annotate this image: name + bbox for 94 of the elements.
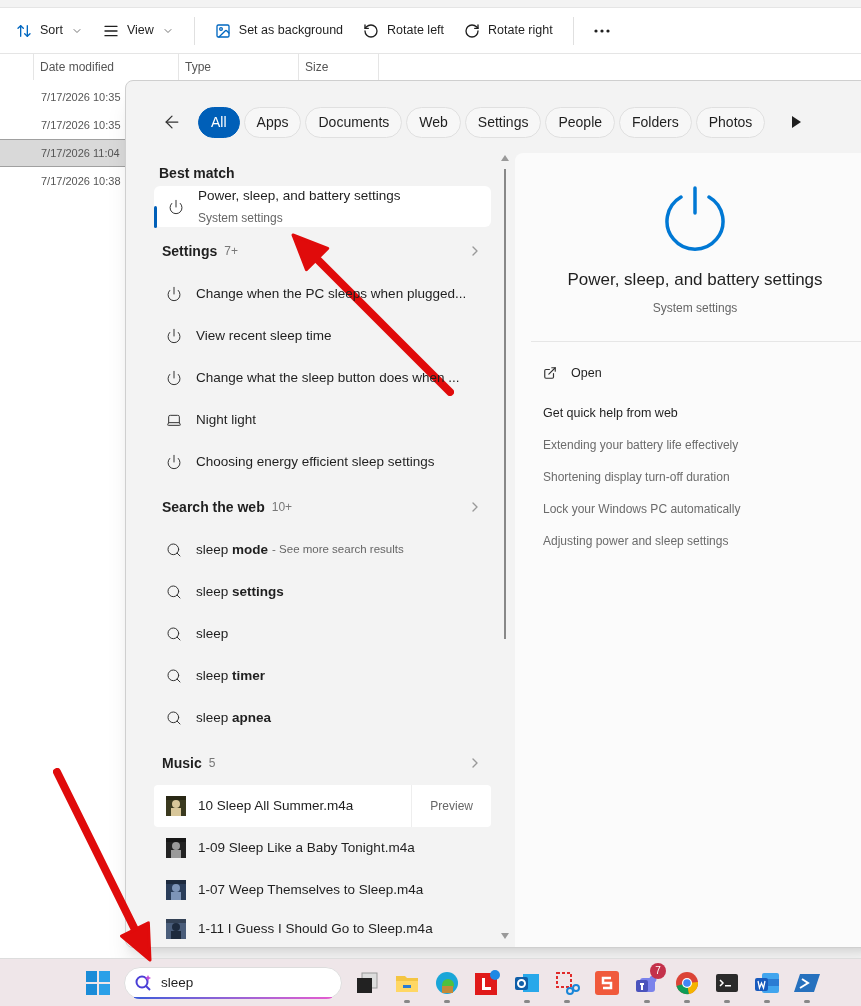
browser-icon[interactable] — [434, 969, 460, 996]
toolbar-button[interactable]: Set as background — [206, 14, 352, 47]
filter-chip[interactable]: Folders — [619, 106, 692, 138]
detail-title: Power, sleep, and battery settings — [567, 269, 823, 291]
filter-chip[interactable]: Apps — [243, 106, 302, 138]
toolbar-button[interactable]: Rotate right — [456, 14, 561, 47]
music-result[interactable]: 10 Sleep All Summer.m4a Preview — [154, 785, 491, 827]
help-link[interactable]: Shortening display turn-off duration — [543, 468, 861, 486]
section-heading: Best match — [158, 164, 236, 183]
task-view-icon[interactable] — [354, 969, 380, 996]
search-icon — [166, 710, 182, 726]
notification-badge: 7 — [650, 962, 666, 979]
filter-chip[interactable]: All — [198, 106, 240, 138]
date-cell-text: 7/17/2026 11:04 — [41, 145, 120, 161]
search-icon — [166, 542, 182, 558]
result-title: 1-07 Weep Themselves to Sleep.m4a — [198, 880, 424, 899]
date-cell-text: 7/17/2026 10:35 — [41, 117, 121, 133]
result-title: 10 Sleep All Summer.m4a — [198, 796, 354, 815]
search-icon — [166, 584, 182, 600]
result-count: 5 — [208, 755, 216, 772]
search-icon — [134, 973, 152, 992]
file-row[interactable]: 7/17/2026 10:38 — [0, 167, 125, 195]
result-count: 7+ — [224, 243, 238, 260]
search-field[interactable]: sleep — [124, 966, 342, 999]
play-icon[interactable] — [791, 116, 802, 128]
result-subtitle: System settings — [198, 209, 284, 227]
section-heading: Music — [162, 753, 202, 773]
result-title: 1-11 I Guess I Should Go to Sleep.m4a — [198, 919, 433, 938]
result-title: sleep mode — [196, 540, 269, 559]
filter-chip[interactable]: Documents — [305, 106, 403, 138]
toolbar-button[interactable]: View — [94, 14, 182, 47]
result-title: sleep timer — [196, 666, 266, 685]
result-title: View recent sleep time — [196, 326, 332, 345]
detail-subtitle: System settings — [652, 299, 738, 317]
file-row[interactable]: 7/17/2026 11:04 — [0, 139, 125, 167]
power-icon — [166, 286, 182, 302]
result-item[interactable]: sleep mode - See more search results — [154, 529, 491, 571]
result-item[interactable]: sleep — [154, 613, 491, 655]
help-link[interactable]: Lock your Windows PC automatically — [543, 500, 861, 518]
scissors-icon[interactable] — [554, 969, 580, 996]
result-hint: - See more search results — [272, 542, 404, 558]
windows-icon[interactable] — [86, 970, 110, 995]
music-result[interactable]: 1-07 Weep Themselves to Sleep.m4a — [154, 869, 491, 911]
result-title: Choosing energy efficient sleep settings — [196, 452, 435, 471]
result-item[interactable]: sleep settings — [154, 571, 491, 613]
laptop-icon — [166, 412, 182, 428]
search-icon — [166, 668, 182, 684]
sort-icon — [16, 22, 32, 39]
power-icon — [168, 198, 184, 215]
power-icon — [664, 185, 726, 251]
best-match-item[interactable]: Power, sleep, and battery settings System settings — [154, 186, 491, 227]
preview-button[interactable]: Preview — [411, 785, 491, 827]
toolbar-button[interactable]: Rotate left — [355, 14, 453, 47]
image-icon — [214, 22, 231, 39]
result-item[interactable]: Choosing energy efficient sleep settings — [154, 441, 491, 483]
result-item[interactable]: View recent sleep time — [154, 315, 491, 357]
filter-chip[interactable]: People — [545, 106, 616, 138]
filter-chip[interactable]: Settings — [464, 106, 542, 138]
result-title: 1-09 Sleep Like a Baby Tonight.m4a — [198, 838, 415, 857]
chrome-icon[interactable] — [674, 969, 700, 996]
result-title: sleep apnea — [196, 708, 272, 727]
result-item[interactable]: sleep timer — [154, 655, 491, 697]
date-cell-text: 7/17/2026 10:35 — [41, 89, 121, 105]
music-result[interactable]: 1-09 Sleep Like a Baby Tonight.m4a — [154, 827, 491, 869]
search-icon — [166, 626, 182, 642]
result-title: Power, sleep, and battery settings — [198, 187, 401, 206]
section-heading: Settings — [162, 241, 218, 261]
power-icon — [166, 328, 182, 344]
more-icon — [593, 28, 610, 33]
rotate-right-icon — [464, 22, 481, 39]
power-icon — [166, 370, 182, 386]
filter-chip[interactable]: Photos — [695, 106, 766, 138]
app-icon[interactable] — [594, 969, 620, 996]
date-cell-text: 7/17/2026 10:38 — [41, 173, 121, 189]
result-count: 10+ — [271, 499, 293, 516]
result-title: sleep settings — [196, 582, 284, 601]
music-result[interactable]: 1-11 I Guess I Should Go to Sleep.m4a — [154, 911, 491, 947]
section-heading: Search the web — [162, 497, 265, 517]
result-item[interactable]: sleep apnea — [154, 697, 491, 739]
power-icon — [166, 454, 182, 470]
filter-chip[interactable]: Web — [406, 106, 461, 138]
help-link[interactable]: Extending your battery life effectively — [543, 436, 861, 454]
app-icon[interactable] — [474, 969, 500, 996]
toolbar-button[interactable]: Sort — [8, 14, 91, 47]
help-link[interactable]: Adjusting power and sleep settings — [543, 532, 861, 550]
rotate-left-icon — [363, 22, 380, 39]
file-row[interactable]: 7/17/2026 10:35 — [0, 83, 125, 111]
file-row[interactable]: 7/17/2026 10:35 — [0, 111, 125, 139]
open-button[interactable]: Open — [543, 363, 861, 383]
result-title: sleep — [196, 624, 229, 643]
result-item[interactable]: Night light — [154, 399, 491, 441]
help-heading: Get quick help from web — [543, 405, 679, 423]
result-title: Night light — [196, 410, 257, 429]
external-link-icon — [543, 365, 557, 380]
